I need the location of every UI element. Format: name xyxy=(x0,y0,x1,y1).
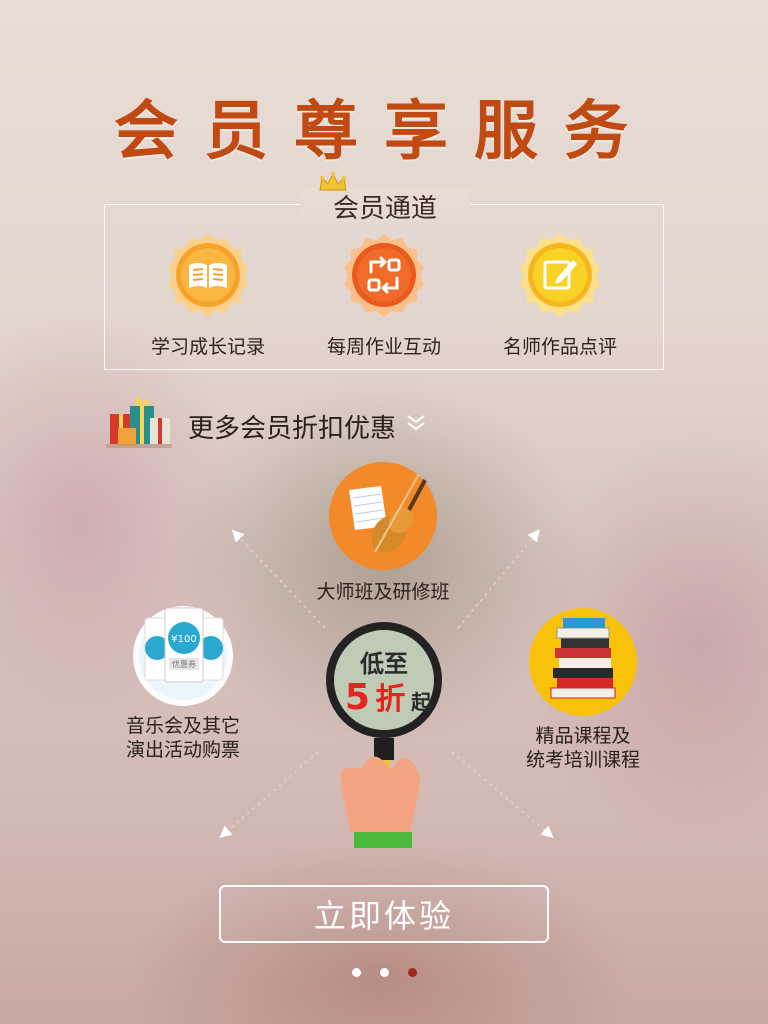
pagination-dot-3[interactable] xyxy=(408,968,417,977)
discount-label-line1: 精品课程及 xyxy=(535,725,631,747)
books-icon xyxy=(529,608,637,716)
discount-unit: 折 xyxy=(375,682,406,717)
coupon-text: 优惠券 xyxy=(172,659,196,669)
violin-icon xyxy=(329,462,437,570)
coupon-value: ¥100 xyxy=(171,634,196,645)
ticket-icon: ¥100 优惠券 xyxy=(133,606,233,706)
try-now-button[interactable]: 立即体验 xyxy=(219,885,549,943)
discount-label-line2: 演出活动购票 xyxy=(125,739,240,761)
discount-masterclass[interactable]: 大师班及研修班 xyxy=(293,460,473,604)
discount-label-line1: 音乐会及其它 xyxy=(125,715,240,737)
discount-label-line2: 统考培训课程 xyxy=(525,749,640,771)
discount-magnifier: 低至 5 折 起 xyxy=(318,620,450,865)
pagination-dot-2[interactable] xyxy=(380,968,389,977)
discount-number: 5 xyxy=(344,677,370,718)
pagination-dots xyxy=(340,966,430,980)
discount-label: 大师班及研修班 xyxy=(316,581,450,603)
pagination-dot-1[interactable] xyxy=(352,968,361,977)
discount-concert-tickets[interactable]: ¥100 优惠券 音乐会及其它 演出活动购票 xyxy=(103,596,263,762)
discount-suffix: 起 xyxy=(411,690,432,714)
discount-courses[interactable]: 精品课程及 统考培训课程 xyxy=(503,606,663,772)
